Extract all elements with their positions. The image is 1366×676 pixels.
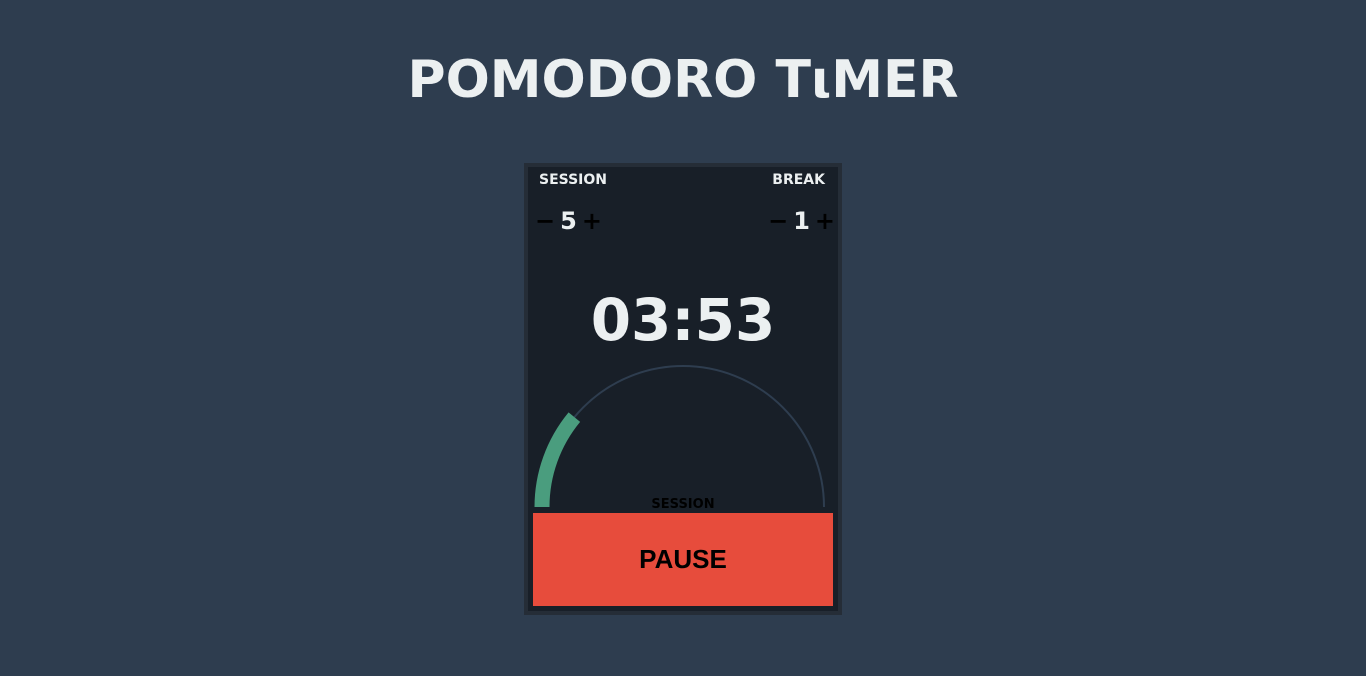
timer-card: SESSION − 5 + BREAK − 1 + 03:53 SESSION … bbox=[524, 163, 842, 615]
pause-button[interactable]: PAUSE bbox=[533, 513, 833, 606]
page-title: POMODORO TιMER bbox=[407, 50, 959, 110]
phase-label: SESSION bbox=[651, 497, 715, 512]
progress-fill bbox=[534, 412, 581, 508]
progress-track bbox=[541, 365, 825, 508]
